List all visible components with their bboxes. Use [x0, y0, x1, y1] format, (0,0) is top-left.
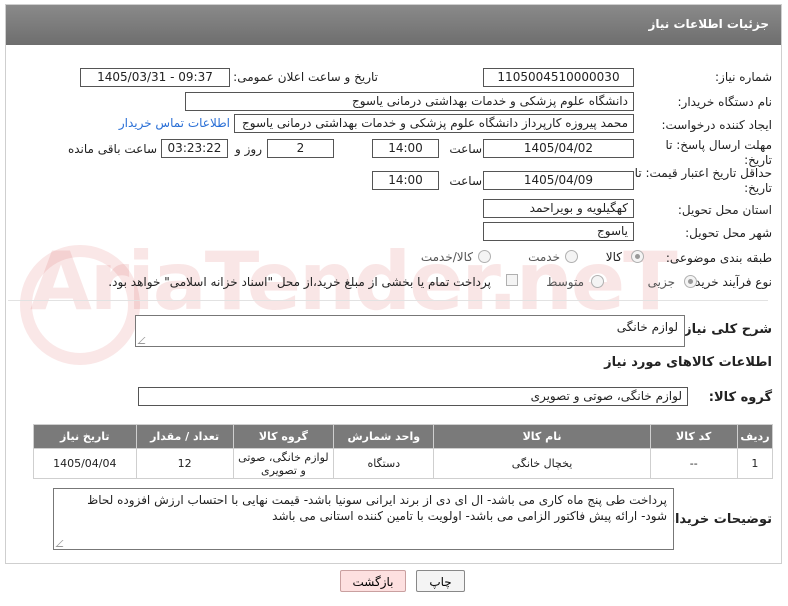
table-header-row: ردیف کد کالا نام کالا واحد شمارش گروه کا… — [33, 424, 774, 449]
summary-textarea[interactable]: لوازم خانگی — [135, 315, 685, 347]
print-button[interactable]: چاپ — [416, 570, 465, 592]
need-number-value: 1105004510000030 — [483, 68, 634, 87]
cell-group: لوازم خانگی، صوتی و تصویری — [232, 448, 335, 479]
table-row: 1 -- یخچال خانگی دستگاه لوازم خانگی، صوت… — [33, 448, 774, 479]
summary-value: لوازم خانگی — [616, 320, 678, 334]
col-quantity: تعداد / مقدار — [135, 424, 234, 449]
col-group: گروه کالا — [232, 424, 335, 449]
treasury-checkbox[interactable] — [506, 274, 518, 286]
process-radio-minor[interactable] — [684, 275, 697, 288]
summary-label: شرح کلی نیاز: — [678, 322, 772, 337]
remaining-time-value: 03:23:22 — [161, 139, 228, 158]
divider — [8, 300, 768, 301]
remaining-time-label: ساعت باقی مانده — [67, 142, 157, 156]
price-time-value: 14:00 — [372, 171, 439, 190]
process-option-minor: جزیی — [647, 275, 675, 289]
cell-row: 1 — [736, 448, 774, 479]
days-label: روز و — [235, 142, 262, 156]
creator-label: ایجاد کننده درخواست: — [661, 118, 772, 132]
buyer-org-value: دانشگاه علوم پزشکی و خدمات بهداشتی درمان… — [185, 92, 634, 111]
cell-name: یخچال خانگی — [433, 448, 651, 479]
cell-date: 1405/04/04 — [33, 448, 137, 479]
cell-quantity: 12 — [135, 448, 234, 479]
col-unit: واحد شمارش — [333, 424, 435, 449]
goods-group-value: لوازم خانگی، صوتی و تصویری — [138, 387, 688, 406]
contact-info-link[interactable]: اطلاعات تماس خریدار — [119, 116, 230, 130]
process-label: نوع فرآیند خرید : — [687, 275, 772, 289]
city-label: شهر محل تحویل: — [685, 226, 772, 240]
items-table: ردیف کد کالا نام کالا واحد شمارش گروه کا… — [33, 424, 774, 479]
announce-label: تاریخ و ساعت اعلان عمومی: — [233, 70, 378, 84]
buyer-org-label: نام دستگاه خریدار: — [677, 95, 773, 109]
province-value: کهگیلویه و بویراحمد — [483, 199, 634, 218]
reply-time-value: 14:00 — [372, 139, 439, 158]
col-name: نام کالا — [433, 424, 651, 449]
need-number-label: شماره نیاز: — [715, 70, 772, 84]
category-radio-service[interactable] — [565, 250, 578, 263]
back-button[interactable]: بازگشت — [340, 570, 406, 592]
category-option-service: خدمت — [528, 250, 560, 264]
col-code: کد کالا — [649, 424, 738, 449]
panel-header: جزئیات اطلاعات نیاز — [6, 5, 781, 45]
col-date: تاریخ نیاز — [33, 424, 137, 449]
buyer-notes-value: پرداخت طی پنج ماه کاری می باشد- ال ای دی… — [87, 493, 667, 523]
creator-value: محمد پیروزه کارپرداز دانشگاه علوم پزشکی … — [234, 114, 634, 133]
buyer-notes-label: توضیحات خریدار: — [662, 512, 772, 527]
price-deadline-label: حداقل تاریخ اعتبار قیمت: تا تاریخ: — [634, 166, 772, 195]
reply-deadline-label: مهلت ارسال پاسخ: تا تاریخ: — [665, 138, 772, 167]
process-radio-medium[interactable] — [591, 275, 604, 288]
category-radio-goods-service[interactable] — [478, 250, 491, 263]
payment-note: پرداخت تمام یا بخشی از مبلغ خرید،از محل … — [108, 275, 491, 289]
category-option-goods-service: کالا/خدمت — [420, 250, 473, 264]
province-label: استان محل تحویل: — [677, 203, 772, 217]
reply-time-label: ساعت — [449, 142, 482, 156]
category-label: طبقه بندی موضوعی: — [665, 251, 772, 265]
process-option-medium: متوسط — [546, 275, 584, 289]
buyer-notes-textarea[interactable]: پرداخت طی پنج ماه کاری می باشد- ال ای دی… — [53, 488, 674, 550]
panel-title: جزئیات اطلاعات نیاز — [648, 17, 769, 31]
col-row: ردیف — [736, 424, 774, 449]
goods-group-label: گروه کالا: — [708, 390, 772, 405]
price-time-label: ساعت — [449, 174, 482, 188]
category-option-goods: کالا — [605, 250, 622, 264]
announce-value: 1405/03/31 - 09:37 — [80, 68, 230, 87]
goods-section-title: اطلاعات کالاهای مورد نیاز — [604, 355, 772, 370]
days-value: 2 — [267, 139, 334, 158]
reply-date-value: 1405/04/02 — [483, 139, 634, 158]
category-radio-goods[interactable] — [631, 250, 644, 263]
cell-code: -- — [649, 448, 738, 479]
city-value: یاسوج — [483, 222, 634, 241]
cell-unit: دستگاه — [333, 448, 435, 479]
price-date-value: 1405/04/09 — [483, 171, 634, 190]
